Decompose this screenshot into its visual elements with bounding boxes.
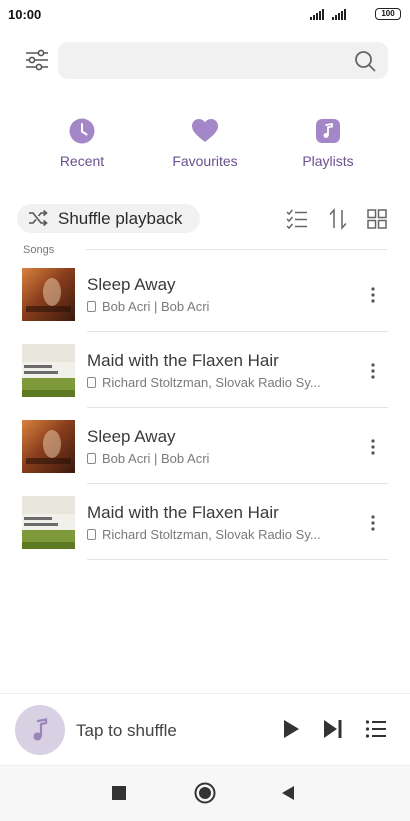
quick-favourites-label: Favourites [172, 153, 238, 169]
now-playing-art[interactable] [15, 705, 65, 755]
status-time: 10:00 [8, 7, 42, 22]
song-title: Maid with the Flaxen Hair [87, 503, 279, 522]
more-options-icon[interactable] [363, 360, 383, 382]
song-subtitle-text: Richard Stoltzman, Slovak Radio Sy... [102, 527, 321, 542]
section-label: Songs [23, 244, 55, 256]
more-options-icon[interactable] [363, 436, 383, 458]
local-file-icon [87, 301, 96, 312]
local-file-icon [87, 377, 96, 388]
quick-playlists[interactable]: Playlists [278, 118, 378, 169]
local-file-icon [87, 529, 96, 540]
clock-icon [69, 118, 95, 144]
song-title: Maid with the Flaxen Hair [87, 351, 279, 370]
album-art [22, 344, 75, 397]
song-subtitle: Bob Acri | Bob Acri [87, 299, 345, 314]
home-circle-icon[interactable] [194, 782, 216, 804]
more-options-icon[interactable] [363, 512, 383, 534]
music-note-icon [316, 119, 340, 143]
quick-recent[interactable]: Recent [32, 118, 132, 169]
local-file-icon [87, 453, 96, 464]
song-subtitle-text: Bob Acri | Bob Acri [102, 451, 210, 466]
song-row[interactable]: Sleep Away Bob Acri | Bob Acri [0, 408, 410, 484]
row-divider [87, 559, 388, 560]
player-prompt[interactable]: Tap to shuffle [76, 721, 177, 741]
album-art [22, 420, 75, 473]
shuffle-icon [29, 210, 48, 227]
filter-settings-icon[interactable] [24, 47, 50, 73]
shuffle-playback-label: Shuffle playback [58, 209, 183, 228]
sort-icon[interactable] [327, 208, 349, 230]
search-input[interactable] [58, 42, 388, 79]
status-bar: 10:00 100 [0, 0, 410, 30]
song-title: Sleep Away [87, 275, 176, 294]
song-subtitle: Richard Stoltzman, Slovak Radio Sy... [87, 527, 345, 542]
album-art [22, 268, 75, 321]
shuffle-playback-button[interactable]: Shuffle playback [17, 204, 200, 233]
recents-square-icon[interactable] [112, 786, 126, 800]
queue-icon[interactable] [365, 718, 387, 740]
signal-icon [310, 9, 324, 20]
quick-recent-label: Recent [59, 153, 105, 169]
skip-next-icon[interactable] [322, 718, 344, 740]
multi-select-icon[interactable] [286, 208, 308, 230]
heart-icon [192, 119, 218, 142]
song-subtitle: Bob Acri | Bob Acri [87, 451, 345, 466]
quick-favourites[interactable]: Favourites [155, 118, 255, 169]
song-subtitle-text: Richard Stoltzman, Slovak Radio Sy... [102, 375, 321, 390]
album-art [22, 496, 75, 549]
music-note-icon [33, 718, 48, 741]
battery-icon: 100 [375, 8, 401, 20]
quick-playlists-label: Playlists [302, 153, 354, 169]
song-row[interactable]: Maid with the Flaxen Hair Richard Stoltz… [0, 484, 410, 560]
more-options-icon[interactable] [363, 284, 383, 306]
song-row[interactable]: Maid with the Flaxen Hair Richard Stoltz… [0, 332, 410, 408]
song-title: Sleep Away [87, 427, 176, 446]
song-subtitle: Richard Stoltzman, Slovak Radio Sy... [87, 375, 345, 390]
system-nav-bar [0, 765, 410, 821]
signal-icon-2 [332, 9, 346, 20]
song-subtitle-text: Bob Acri | Bob Acri [102, 299, 210, 314]
grid-view-icon[interactable] [366, 208, 388, 230]
search-icon[interactable] [354, 50, 376, 72]
mini-player[interactable]: Tap to shuffle [0, 693, 410, 766]
song-row[interactable]: Sleep Away Bob Acri | Bob Acri [0, 256, 410, 332]
back-triangle-icon[interactable] [281, 785, 295, 801]
section-divider [86, 249, 387, 250]
play-icon[interactable] [281, 718, 301, 740]
